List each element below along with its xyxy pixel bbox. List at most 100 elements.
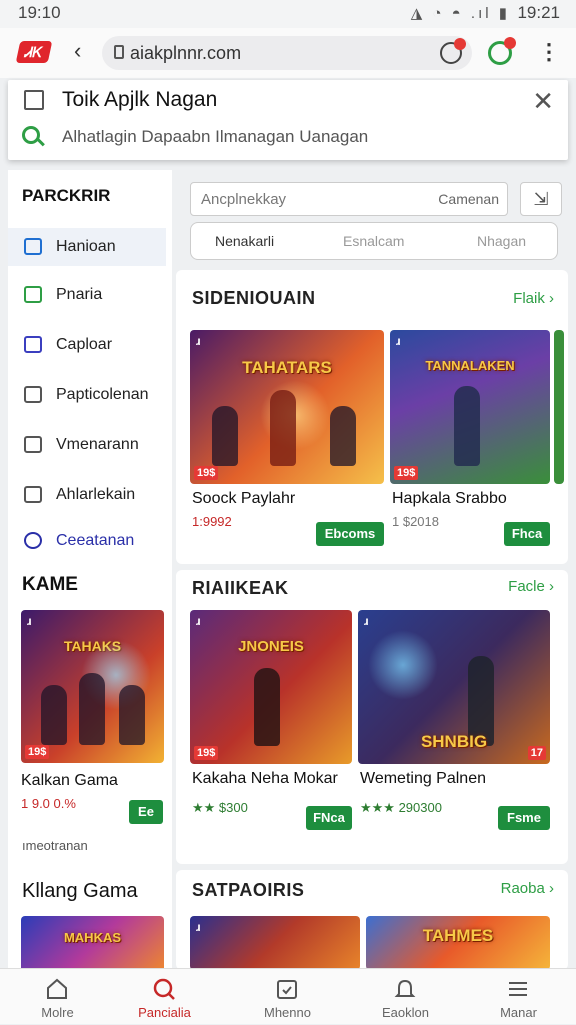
get-button[interactable]: FNca [306,806,352,830]
sidebar-item-label: Ahlarlekain [56,486,136,503]
status-bar: 19:10 ◮ ◔ ◓ .ıl ▮ 19:21 [0,0,576,28]
game-card[interactable]: ɹ SHNBIG 17 Wemeting Palnen ★★★ 290300 F… [358,610,550,830]
price-tag: 19$ [194,746,219,760]
segment-tab[interactable]: Esnalcam [343,233,404,249]
sidebar-game-card[interactable]: ɹ TAHAKS 19$ Kalkan Gama 1 9.0 0.% Ee [21,610,164,824]
game-thumbnail[interactable]: MAHKAS [21,916,164,976]
find-panel-subtitle[interactable]: Alhatlagin Dapaabn Ilmanagan Uanagan [62,127,368,147]
chat-icon [24,286,42,303]
close-icon[interactable]: ✕ [532,86,554,117]
price-tag: 19$ [394,466,419,480]
sidebar-item[interactable]: Pnaria [8,276,166,314]
game-card[interactable]: ɹ TAHATARS 19$ Soock Paylahr 1:9992 Ebco… [190,330,384,550]
get-button[interactable]: Fhca [504,522,550,546]
game-thumbnail[interactable]: ɹ TANNALAKEN 19$ [390,330,550,484]
nav-menu[interactable]: Manar [461,969,576,1025]
game-thumbnail[interactable]: ɹ TAHAKS 19$ [21,610,164,763]
card-icon [24,336,42,353]
nav-label: Pancialia [138,1005,191,1020]
game-price: 1:9992 [192,514,232,529]
nav-home[interactable]: Molre [0,969,115,1025]
game-logo-text: TAHATARS [242,357,332,377]
price-tag: 19$ [25,745,50,759]
address-bar[interactable]: aiakplnnr.com [102,36,472,70]
game-logo-text: MAHKAS [63,930,122,945]
checkbox[interactable] [24,90,44,110]
search-input[interactable]: Ancplnekkay Camenan [190,182,508,216]
window-icon [24,238,42,255]
game-logo-text: JNONEIS [238,637,304,655]
section-more-link[interactable]: Facle › [508,578,554,595]
search-camera-label[interactable]: Camenan [438,191,499,207]
sidebar-link[interactable]: ımeotranan [22,838,88,853]
game-thumbnail[interactable]: ɹ JNONEIS 19$ [190,610,352,764]
character-figure [270,390,296,466]
sidebar-item[interactable]: Hanioan [8,228,166,266]
sidebar-bottom-heading: Kllang Gama [22,880,138,902]
sidebar-item-label: Papticolenan [56,386,149,403]
game-price: 1 9.0 0.% [21,796,76,811]
game-thumbnail[interactable]: ɹ [190,916,360,970]
game-card[interactable]: ɹ JNONEIS 19$ Kakaha Neha Mokar ★★ $300 … [190,610,352,830]
nav-calendar[interactable]: Mhenno [230,969,345,1025]
get-button[interactable]: Ee [129,800,163,824]
sidebar-item[interactable]: Ahlarlekain [8,476,166,514]
sidebar-item[interactable]: Vmenarann [8,426,166,464]
game-logo-text: SHNBIG [420,732,488,751]
game-thumbnail[interactable]: ɹ TAHATARS 19$ [190,330,384,484]
nav-search[interactable]: Pancialia [107,969,222,1025]
segment-tab[interactable]: Nenakarli [215,233,274,249]
section-more-link[interactable]: Flaik › [513,290,554,307]
game-thumbnail[interactable]: TAHMES [366,916,550,970]
game-card[interactable]: ɹ TANNALAKEN 19$ Hapkala Srabbo 1 $2018 … [390,330,550,550]
app-logo[interactable]: ᏗᏦ [15,41,53,63]
game-title[interactable]: Soock Paylahr [192,490,295,508]
character-figure [330,406,356,466]
search-icon [22,126,40,144]
filter-icon[interactable]: ⇲ [520,182,562,216]
price-tag: 19$ [194,466,219,480]
game-title[interactable]: Kalkan Gama [21,772,118,790]
character-figure [119,685,145,745]
game-title[interactable]: Wemeting Palnen [360,770,486,788]
section-title: SATPAOIRIS [192,880,305,900]
mail-icon [24,436,42,453]
url-text[interactable]: aiakplnnr.com [130,43,241,64]
sidebar: PARCKRIR Hanioan Pnaria Caploar Papticolena… [8,170,172,976]
game-logo-text: TAHMES [422,926,494,945]
find-panel: Toik Apjlk Nagan ✕ Alhatlagin Dapaabn Il… [8,80,568,160]
character-figure [254,668,280,746]
back-icon[interactable]: ‹ [74,38,81,64]
nav-notifications[interactable]: Eaoklon [348,969,463,1025]
main-content: Ancplnekkay Camenan ⇲ Nenakarli Esnalcam… [176,170,568,970]
tabs-badge [454,38,466,50]
content-section: SATPAOIRIS Raoba › ɹ TAHMES [176,870,568,970]
segment-tab[interactable]: Nhagan [477,233,526,249]
game-thumbnail-partial[interactable] [554,330,564,484]
sidebar-item[interactable]: Ceeatanan [8,522,166,560]
character-figure [41,685,67,745]
game-title[interactable]: Kakaha Neha Mokar [192,770,338,788]
overflow-menu-icon[interactable]: ⋮ [538,39,560,65]
nav-label: Molre [41,1005,74,1020]
thumb-corner-label: ɹ [196,920,201,934]
price-tag: 17 [527,746,546,760]
thumb-corner-label: ɹ [27,614,32,628]
game-title[interactable]: Hapkala Srabbo [392,490,507,508]
sidebar-item[interactable]: Papticolenan [8,376,166,414]
effect-burst [368,630,438,700]
browser-toolbar: ᏗᏦ ‹ aiakplnnr.com ⋮ [0,28,576,78]
home-icon [47,978,67,999]
section-more-link[interactable]: Raoba › [501,880,554,897]
search-icon [153,978,175,1000]
sidebar-item-label: Pnaria [56,286,103,303]
game-thumbnail[interactable]: ɹ SHNBIG 17 [358,610,550,764]
thumb-corner-label: ɹ [196,614,201,628]
thumb-corner-label: ɹ [396,334,401,348]
content-section: RIAIIKEAK Facle › ɹ JNONEIS 19$ Kakaha N… [176,570,568,864]
sidebar-item[interactable]: Caploar [8,326,166,364]
compass-icon [24,532,42,549]
get-button[interactable]: Fsme [498,806,550,830]
game-price: 1 $2018 [392,514,439,529]
get-button[interactable]: Ebcoms [316,522,384,546]
